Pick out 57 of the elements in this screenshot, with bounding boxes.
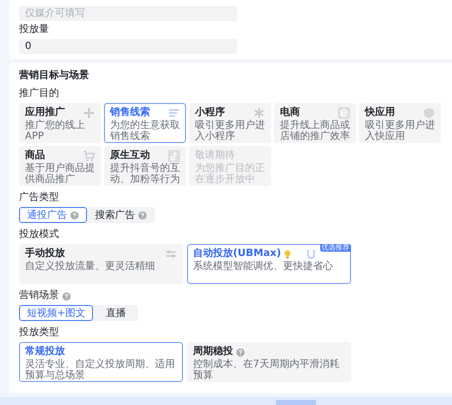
card-title: 常规投放: [25, 346, 65, 358]
card-description: 为您推广目的正在逐步开放中: [195, 163, 265, 185]
card-title: 销售线索: [110, 107, 150, 119]
card-title: 敬请期待: [195, 150, 235, 162]
scroll-handle[interactable]: [276, 400, 316, 405]
card-description: 推广您的线上APP: [25, 120, 86, 142]
segment-option[interactable]: 通投广告: [19, 207, 87, 223]
group-label: 投放类型: [19, 327, 59, 339]
option-card[interactable]: 应用推广 推广您的线上APP: [19, 103, 101, 143]
option-card[interactable]: 电商 提升线上商品或店铺的推广效率: [274, 103, 356, 143]
group-label: 广告类型: [19, 192, 59, 204]
card-description: 吸引更多用户进入快应用: [365, 120, 435, 142]
u-shape-icon: [305, 248, 317, 260]
field-label: 投放量: [19, 24, 50, 36]
card-description: 控制成本、在7天周期内平滑消耗预算: [193, 359, 340, 381]
asterisk-icon: [253, 107, 265, 119]
card-title: 自动投放(UBMax): [193, 248, 282, 260]
shield-icon: [423, 107, 435, 119]
segment-option[interactable]: 短视频+图文: [19, 305, 94, 321]
option-card[interactable]: 常规投放 灵活专业、自定义投放周期、适用预算与总场景: [19, 342, 183, 382]
card-description: 灵活专业、自定义投放周期、适用预算与总场景: [25, 359, 176, 381]
card-title: 电商: [280, 107, 300, 119]
card-title: 原生互动: [110, 150, 150, 162]
card-title: 手动投放: [25, 248, 65, 260]
music-note-icon: [168, 150, 180, 162]
option-card[interactable]: 快应用 吸引更多用户进入快应用: [359, 103, 441, 143]
cart-icon: [83, 150, 95, 162]
option-card[interactable]: 周期稳投 控制成本、在7天周期内平滑消耗预算: [187, 342, 351, 382]
input-field[interactable]: 仅媒介可填写: [19, 6, 237, 21]
group-label: 营销场景: [19, 290, 59, 302]
e-letter-icon: [338, 107, 350, 119]
card-description: 为您的生意获取销售线索: [110, 120, 180, 142]
card-description: 提升抖音号的互动、加粉等行为: [110, 163, 180, 185]
section-title: 营销目标与场景: [19, 69, 90, 82]
group-label: 推广目的: [19, 88, 59, 100]
segment-option[interactable]: 直播: [93, 305, 138, 321]
card-description: 吸引更多用户进入小程序: [195, 120, 265, 142]
group-label: 投放模式: [19, 229, 59, 241]
input-field[interactable]: 0: [19, 39, 237, 54]
card-description: 自定义投放流量、更灵活精细: [25, 261, 156, 272]
list-icon: [168, 107, 180, 119]
option-card[interactable]: 小程序 吸引更多用户进入小程序: [189, 103, 271, 143]
option-card[interactable]: 原生互动 提升抖音号的互动、加粉等行为: [104, 146, 186, 186]
option-card[interactable]: 手动投放 自定义投放流量、更灵活精细: [19, 244, 183, 284]
card-title: 周期稳投: [193, 346, 233, 358]
card-title: 快应用: [365, 107, 395, 119]
card-description: 提升线上商品或店铺的推广效率: [280, 120, 350, 142]
option-card[interactable]: 销售线索 为您的生意获取销售线索: [104, 103, 186, 143]
slider-controls-icon: [165, 248, 177, 260]
card-title: 小程序: [195, 107, 225, 119]
card-description: 系统模型智能调优、更快捷省心: [193, 261, 334, 272]
card-description: 基于用户商品提供商品推广: [25, 163, 95, 185]
segment-option[interactable]: 搜索广告: [87, 207, 155, 223]
option-card[interactable]: 商品 基于用户商品提供商品推广: [19, 146, 101, 186]
plus-icon: [83, 107, 95, 119]
card-title: 应用推广: [25, 107, 65, 119]
card-title: 商品: [25, 150, 45, 162]
